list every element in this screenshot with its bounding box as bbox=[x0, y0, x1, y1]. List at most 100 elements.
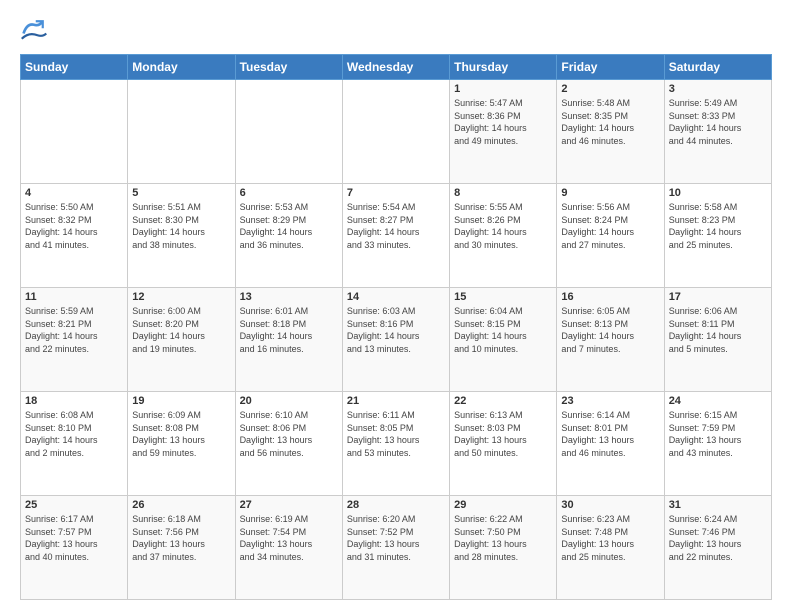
day-number: 18 bbox=[25, 395, 123, 407]
calendar-cell bbox=[235, 80, 342, 184]
calendar-cell: 2 Sunrise: 5:48 AM Sunset: 8:35 PM Daylig… bbox=[557, 80, 664, 184]
day-number: 8 bbox=[454, 187, 552, 199]
calendar-cell: 18 Sunrise: 6:08 AM Sunset: 8:10 PM Dayli… bbox=[21, 392, 128, 496]
day-info: Sunrise: 6:19 AM Sunset: 7:54 PM Dayligh… bbox=[240, 513, 338, 563]
day-info: Sunrise: 6:03 AM Sunset: 8:16 PM Dayligh… bbox=[347, 305, 445, 355]
day-number: 10 bbox=[669, 187, 767, 199]
day-number: 3 bbox=[669, 83, 767, 95]
calendar-cell: 14 Sunrise: 6:03 AM Sunset: 8:16 PM Dayli… bbox=[342, 288, 449, 392]
day-number: 25 bbox=[25, 499, 123, 511]
day-info: Sunrise: 6:01 AM Sunset: 8:18 PM Dayligh… bbox=[240, 305, 338, 355]
day-header-friday: Friday bbox=[557, 55, 664, 80]
day-number: 29 bbox=[454, 499, 552, 511]
day-info: Sunrise: 5:48 AM Sunset: 8:35 PM Dayligh… bbox=[561, 97, 659, 147]
day-number: 1 bbox=[454, 83, 552, 95]
day-info: Sunrise: 6:24 AM Sunset: 7:46 PM Dayligh… bbox=[669, 513, 767, 563]
day-number: 13 bbox=[240, 291, 338, 303]
calendar-cell: 1 Sunrise: 5:47 AM Sunset: 8:36 PM Daylig… bbox=[450, 80, 557, 184]
calendar-cell: 10 Sunrise: 5:58 AM Sunset: 8:23 PM Dayli… bbox=[664, 184, 771, 288]
calendar-cell: 22 Sunrise: 6:13 AM Sunset: 8:03 PM Dayli… bbox=[450, 392, 557, 496]
day-number: 15 bbox=[454, 291, 552, 303]
calendar-cell: 26 Sunrise: 6:18 AM Sunset: 7:56 PM Dayli… bbox=[128, 496, 235, 600]
day-number: 16 bbox=[561, 291, 659, 303]
day-info: Sunrise: 6:11 AM Sunset: 8:05 PM Dayligh… bbox=[347, 409, 445, 459]
day-number: 23 bbox=[561, 395, 659, 407]
day-info: Sunrise: 5:58 AM Sunset: 8:23 PM Dayligh… bbox=[669, 201, 767, 251]
day-header-tuesday: Tuesday bbox=[235, 55, 342, 80]
week-row-2: 4 Sunrise: 5:50 AM Sunset: 8:32 PM Daylig… bbox=[21, 184, 772, 288]
day-info: Sunrise: 6:08 AM Sunset: 8:10 PM Dayligh… bbox=[25, 409, 123, 459]
day-info: Sunrise: 6:20 AM Sunset: 7:52 PM Dayligh… bbox=[347, 513, 445, 563]
calendar-header-row: SundayMondayTuesdayWednesdayThursdayFrid… bbox=[21, 55, 772, 80]
day-info: Sunrise: 5:56 AM Sunset: 8:24 PM Dayligh… bbox=[561, 201, 659, 251]
week-row-3: 11Sunrise: 5:59 AM Sunset: 8:21 PM Dayli… bbox=[21, 288, 772, 392]
day-number: 30 bbox=[561, 499, 659, 511]
day-info: Sunrise: 6:23 AM Sunset: 7:48 PM Dayligh… bbox=[561, 513, 659, 563]
day-number: 4 bbox=[25, 187, 123, 199]
calendar-cell: 29 Sunrise: 6:22 AM Sunset: 7:50 PM Dayli… bbox=[450, 496, 557, 600]
day-number: 19 bbox=[132, 395, 230, 407]
page-header bbox=[20, 16, 772, 44]
week-row-5: 25 Sunrise: 6:17 AM Sunset: 7:57 PM Dayli… bbox=[21, 496, 772, 600]
day-number: 21 bbox=[347, 395, 445, 407]
calendar-cell: 5 Sunrise: 5:51 AM Sunset: 8:30 PM Daylig… bbox=[128, 184, 235, 288]
calendar-cell: 15 Sunrise: 6:04 AM Sunset: 8:15 PM Dayli… bbox=[450, 288, 557, 392]
week-row-1: 1 Sunrise: 5:47 AM Sunset: 8:36 PM Daylig… bbox=[21, 80, 772, 184]
day-info: Sunrise: 5:55 AM Sunset: 8:26 PM Dayligh… bbox=[454, 201, 552, 251]
calendar-table: SundayMondayTuesdayWednesdayThursdayFrid… bbox=[20, 54, 772, 600]
calendar-cell: 19 Sunrise: 6:09 AM Sunset: 8:08 PM Dayli… bbox=[128, 392, 235, 496]
calendar-cell: 25 Sunrise: 6:17 AM Sunset: 7:57 PM Dayli… bbox=[21, 496, 128, 600]
day-info: Sunrise: 6:10 AM Sunset: 8:06 PM Dayligh… bbox=[240, 409, 338, 459]
day-number: 26 bbox=[132, 499, 230, 511]
day-info: Sunrise: 6:06 AM Sunset: 8:11 PM Dayligh… bbox=[669, 305, 767, 355]
calendar-cell: 12Sunrise: 6:00 AM Sunset: 8:20 PM Dayli… bbox=[128, 288, 235, 392]
calendar-cell: 21 Sunrise: 6:11 AM Sunset: 8:05 PM Dayli… bbox=[342, 392, 449, 496]
day-number: 14 bbox=[347, 291, 445, 303]
calendar-cell: 17 Sunrise: 6:06 AM Sunset: 8:11 PM Dayli… bbox=[664, 288, 771, 392]
day-number: 17 bbox=[669, 291, 767, 303]
day-header-sunday: Sunday bbox=[21, 55, 128, 80]
day-info: Sunrise: 6:09 AM Sunset: 8:08 PM Dayligh… bbox=[132, 409, 230, 459]
day-info: Sunrise: 5:49 AM Sunset: 8:33 PM Dayligh… bbox=[669, 97, 767, 147]
calendar-cell: 16Sunrise: 6:05 AM Sunset: 8:13 PM Dayli… bbox=[557, 288, 664, 392]
calendar-cell: 20 Sunrise: 6:10 AM Sunset: 8:06 PM Dayli… bbox=[235, 392, 342, 496]
day-info: Sunrise: 6:18 AM Sunset: 7:56 PM Dayligh… bbox=[132, 513, 230, 563]
day-info: Sunrise: 5:47 AM Sunset: 8:36 PM Dayligh… bbox=[454, 97, 552, 147]
day-info: Sunrise: 5:50 AM Sunset: 8:32 PM Dayligh… bbox=[25, 201, 123, 251]
day-info: Sunrise: 6:04 AM Sunset: 8:15 PM Dayligh… bbox=[454, 305, 552, 355]
calendar-cell bbox=[128, 80, 235, 184]
day-info: Sunrise: 5:59 AM Sunset: 8:21 PM Dayligh… bbox=[25, 305, 123, 355]
day-header-saturday: Saturday bbox=[664, 55, 771, 80]
calendar-cell: 7Sunrise: 5:54 AM Sunset: 8:27 PM Daylig… bbox=[342, 184, 449, 288]
calendar-cell: 11Sunrise: 5:59 AM Sunset: 8:21 PM Dayli… bbox=[21, 288, 128, 392]
day-info: Sunrise: 6:15 AM Sunset: 7:59 PM Dayligh… bbox=[669, 409, 767, 459]
day-info: Sunrise: 6:14 AM Sunset: 8:01 PM Dayligh… bbox=[561, 409, 659, 459]
day-info: Sunrise: 6:17 AM Sunset: 7:57 PM Dayligh… bbox=[25, 513, 123, 563]
day-info: Sunrise: 6:13 AM Sunset: 8:03 PM Dayligh… bbox=[454, 409, 552, 459]
calendar-cell: 8 Sunrise: 5:55 AM Sunset: 8:26 PM Daylig… bbox=[450, 184, 557, 288]
day-header-monday: Monday bbox=[128, 55, 235, 80]
day-info: Sunrise: 5:51 AM Sunset: 8:30 PM Dayligh… bbox=[132, 201, 230, 251]
calendar-cell: 3 Sunrise: 5:49 AM Sunset: 8:33 PM Daylig… bbox=[664, 80, 771, 184]
calendar-cell bbox=[342, 80, 449, 184]
day-info: Sunrise: 6:22 AM Sunset: 7:50 PM Dayligh… bbox=[454, 513, 552, 563]
day-number: 20 bbox=[240, 395, 338, 407]
day-header-thursday: Thursday bbox=[450, 55, 557, 80]
day-number: 5 bbox=[132, 187, 230, 199]
calendar-cell: 27 Sunrise: 6:19 AM Sunset: 7:54 PM Dayli… bbox=[235, 496, 342, 600]
day-number: 9 bbox=[561, 187, 659, 199]
day-number: 12 bbox=[132, 291, 230, 303]
calendar-cell: 13 Sunrise: 6:01 AM Sunset: 8:18 PM Dayli… bbox=[235, 288, 342, 392]
day-number: 2 bbox=[561, 83, 659, 95]
day-info: Sunrise: 5:54 AM Sunset: 8:27 PM Dayligh… bbox=[347, 201, 445, 251]
calendar-cell bbox=[21, 80, 128, 184]
calendar-cell: 24 Sunrise: 6:15 AM Sunset: 7:59 PM Dayli… bbox=[664, 392, 771, 496]
day-number: 22 bbox=[454, 395, 552, 407]
day-number: 24 bbox=[669, 395, 767, 407]
calendar-cell: 30 Sunrise: 6:23 AM Sunset: 7:48 PM Dayli… bbox=[557, 496, 664, 600]
calendar-cell: 4 Sunrise: 5:50 AM Sunset: 8:32 PM Daylig… bbox=[21, 184, 128, 288]
day-number: 28 bbox=[347, 499, 445, 511]
day-number: 27 bbox=[240, 499, 338, 511]
logo-icon bbox=[20, 16, 48, 44]
day-header-wednesday: Wednesday bbox=[342, 55, 449, 80]
